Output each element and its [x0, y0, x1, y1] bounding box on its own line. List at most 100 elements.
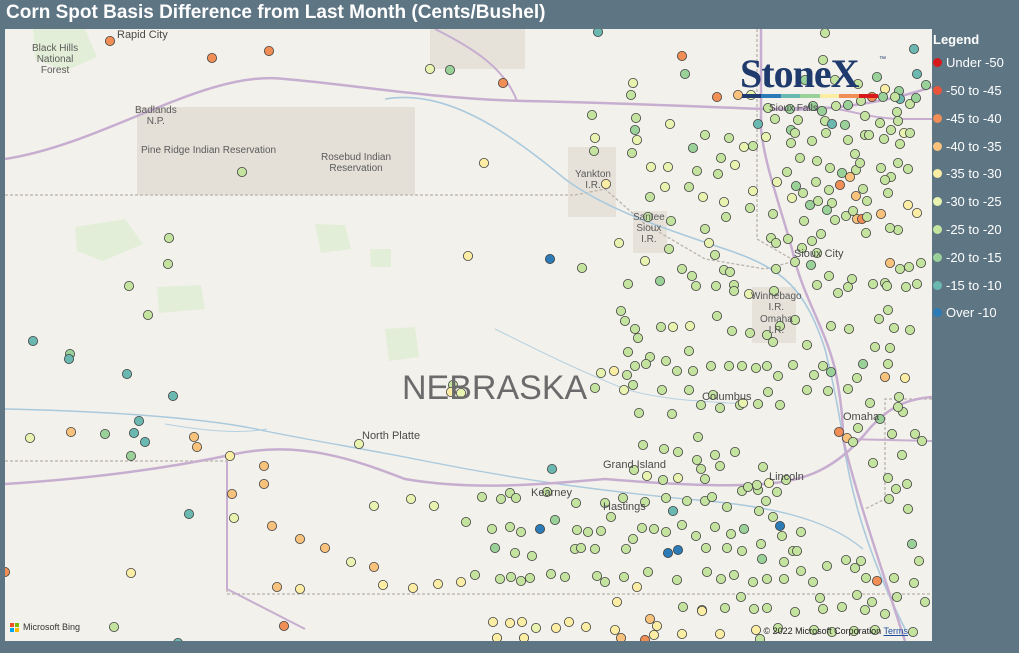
basis-point[interactable]	[407, 583, 418, 594]
basis-point[interactable]	[294, 533, 305, 544]
basis-point[interactable]	[550, 514, 561, 525]
basis-point[interactable]	[892, 592, 903, 603]
basis-point[interactable]	[142, 309, 153, 320]
basis-point[interactable]	[627, 148, 638, 159]
basis-point[interactable]	[719, 196, 730, 207]
basis-point[interactable]	[762, 574, 773, 585]
basis-point[interactable]	[612, 597, 623, 608]
basis-point[interactable]	[790, 607, 801, 618]
basis-point[interactable]	[720, 603, 731, 614]
basis-point[interactable]	[807, 136, 818, 147]
basis-point[interactable]	[792, 546, 803, 557]
basis-point[interactable]	[622, 369, 633, 380]
basis-point[interactable]	[139, 436, 150, 447]
basis-point[interactable]	[715, 460, 726, 471]
basis-point[interactable]	[886, 125, 897, 136]
basis-point[interactable]	[786, 138, 797, 149]
basis-point[interactable]	[880, 371, 891, 382]
basis-point[interactable]	[904, 261, 915, 272]
basis-point[interactable]	[577, 262, 588, 273]
basis-point[interactable]	[724, 133, 735, 144]
basis-point[interactable]	[837, 602, 848, 613]
map-canvas[interactable]: Black Hills National Forest Rapid City Bad…	[5, 29, 932, 641]
basis-point[interactable]	[711, 280, 722, 291]
basis-point[interactable]	[710, 521, 721, 532]
basis-point[interactable]	[656, 321, 667, 332]
basis-point[interactable]	[885, 257, 896, 268]
basis-point[interactable]	[727, 325, 738, 336]
basis-point[interactable]	[892, 107, 903, 118]
basis-point[interactable]	[895, 263, 906, 274]
basis-point[interactable]	[761, 495, 772, 506]
basis-point[interactable]	[628, 78, 639, 89]
basis-point[interactable]	[716, 153, 727, 164]
basis-point[interactable]	[901, 281, 912, 292]
basis-point[interactable]	[788, 359, 799, 370]
basis-point[interactable]	[748, 185, 759, 196]
basis-point[interactable]	[817, 106, 828, 117]
basis-point[interactable]	[713, 168, 724, 179]
basis-point[interactable]	[600, 577, 611, 588]
basis-point[interactable]	[460, 516, 471, 527]
basis-point[interactable]	[497, 78, 508, 89]
basis-point[interactable]	[100, 428, 111, 439]
basis-point[interactable]	[126, 568, 137, 579]
basis-point[interactable]	[883, 187, 894, 198]
basis-point[interactable]	[880, 609, 891, 620]
basis-point[interactable]	[840, 120, 851, 131]
basis-point[interactable]	[809, 369, 820, 380]
basis-point[interactable]	[621, 544, 632, 555]
basis-point[interactable]	[236, 166, 247, 177]
basis-point[interactable]	[105, 36, 116, 46]
basis-point[interactable]	[763, 386, 774, 397]
basis-point[interactable]	[715, 629, 726, 640]
basis-point[interactable]	[916, 257, 927, 268]
basis-point[interactable]	[920, 597, 931, 608]
basis-point[interactable]	[368, 562, 379, 573]
basis-point[interactable]	[861, 573, 872, 584]
basis-point[interactable]	[626, 90, 637, 101]
basis-point[interactable]	[729, 570, 740, 581]
basis-point[interactable]	[768, 208, 779, 219]
basis-point[interactable]	[278, 621, 289, 632]
basis-point[interactable]	[885, 342, 896, 353]
basis-point[interactable]	[710, 449, 721, 460]
basis-point[interactable]	[706, 360, 717, 371]
basis-point[interactable]	[795, 153, 806, 164]
basis-point[interactable]	[704, 237, 715, 248]
basis-point[interactable]	[848, 205, 859, 216]
basis-point[interactable]	[592, 571, 603, 582]
basis-point[interactable]	[907, 538, 918, 549]
basis-point[interactable]	[850, 149, 861, 160]
basis-point[interactable]	[748, 141, 759, 152]
basis-point[interactable]	[27, 335, 38, 346]
basis-point[interactable]	[455, 577, 466, 588]
basis-point[interactable]	[228, 512, 239, 523]
basis-point[interactable]	[258, 478, 269, 489]
basis-point[interactable]	[826, 366, 837, 377]
basis-point[interactable]	[876, 162, 887, 173]
basis-point[interactable]	[515, 526, 526, 537]
basis-point[interactable]	[905, 324, 916, 335]
basis-point[interactable]	[487, 617, 498, 628]
basis-point[interactable]	[368, 500, 379, 511]
basis-point[interactable]	[658, 474, 669, 485]
basis-point[interactable]	[258, 460, 269, 471]
basis-point[interactable]	[583, 526, 594, 537]
basis-point[interactable]	[912, 69, 923, 80]
basis-point[interactable]	[494, 574, 505, 585]
basis-point[interactable]	[843, 383, 854, 394]
basis-point[interactable]	[870, 341, 881, 352]
basis-point[interactable]	[867, 597, 878, 608]
basis-point[interactable]	[667, 408, 678, 419]
basis-point[interactable]	[730, 446, 741, 457]
basis-point[interactable]	[868, 457, 879, 468]
basis-point[interactable]	[756, 538, 767, 549]
basis-point[interactable]	[893, 401, 904, 412]
basis-point[interactable]	[917, 435, 928, 446]
basis-point[interactable]	[630, 360, 641, 371]
basis-point[interactable]	[590, 382, 601, 393]
basis-point[interactable]	[796, 526, 807, 537]
basis-point[interactable]	[903, 199, 914, 210]
basis-point[interactable]	[631, 113, 642, 124]
